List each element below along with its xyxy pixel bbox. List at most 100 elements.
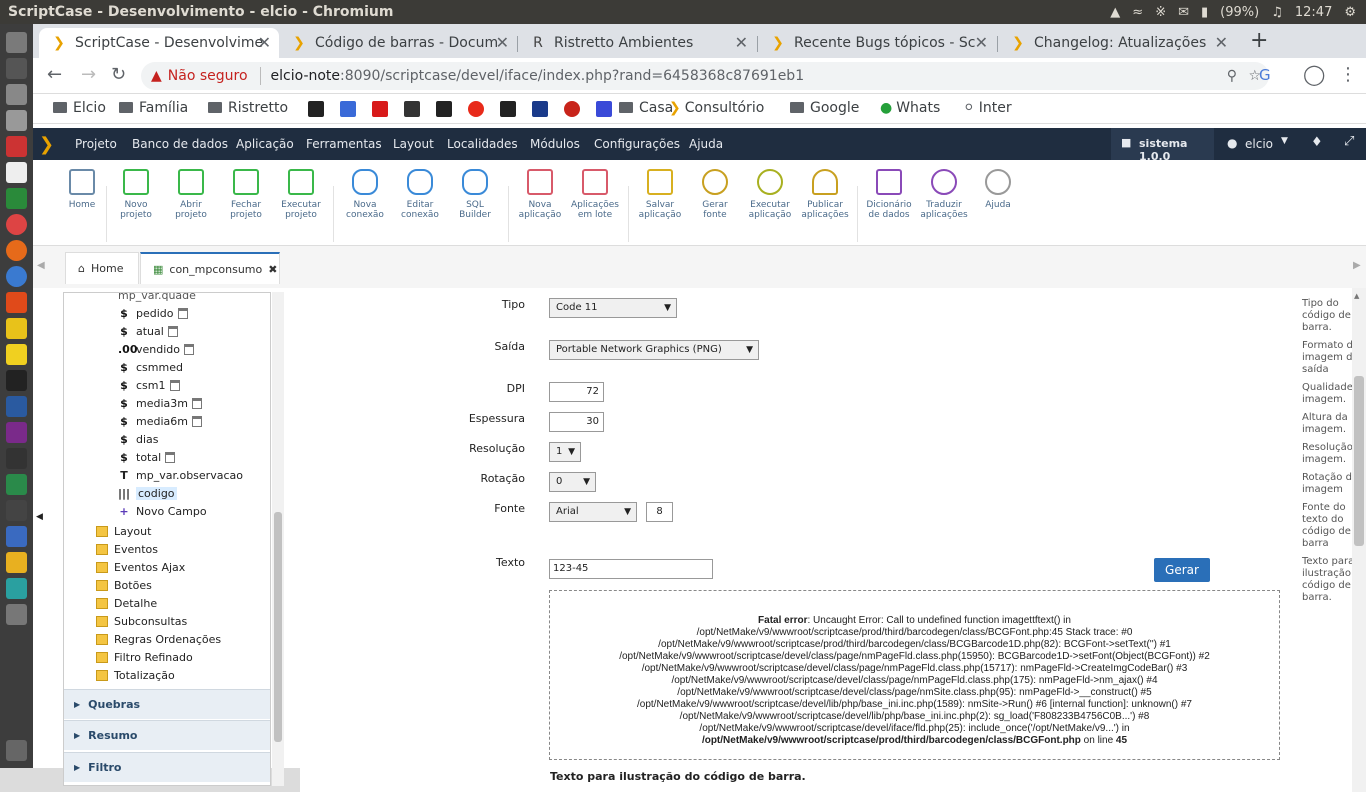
tree-folder-item[interactable]: Subconsultas (96, 615, 187, 628)
toolbar-nova-conexao-button[interactable]: Nova conexão (337, 166, 393, 220)
launcher-filezilla-icon[interactable] (6, 136, 27, 157)
scroll-up-icon[interactable]: ▲ (1354, 292, 1359, 300)
launcher-software-icon[interactable] (6, 292, 27, 313)
power-icon[interactable]: ⚙ (1344, 5, 1356, 20)
bookmark-site-icon[interactable] (532, 101, 548, 117)
browser-tab-ristretto[interactable]: R Ristretto Ambientes ✕ (518, 28, 756, 58)
launcher-notes-icon[interactable] (6, 344, 27, 365)
wifi-icon[interactable]: ≈ (1132, 5, 1143, 20)
menu-banco-de-dados[interactable]: Banco de dados (132, 137, 228, 151)
tree-field-item[interactable]: $ pedido (118, 307, 188, 320)
bookmark-site-icon[interactable] (436, 101, 452, 117)
close-tab-icon[interactable]: ✕ (975, 33, 988, 52)
tree-folder-item[interactable]: Regras Ordenações (96, 633, 221, 646)
tree-field-item[interactable]: .00 vendido (118, 343, 194, 356)
zoom-icon[interactable]: ⚲ (1227, 68, 1237, 84)
bookmark-site-icon[interactable] (564, 101, 580, 117)
menu-configuracoes[interactable]: Configurações (594, 137, 680, 151)
warning-icon[interactable]: ▲ (151, 68, 162, 84)
address-bar[interactable]: ▲ Não seguro elcio-note :8090/scriptcase… (141, 62, 1269, 90)
bookmark-site-icon[interactable] (404, 101, 420, 117)
bookmark-site-icon[interactable] (500, 101, 516, 117)
trash-icon[interactable] (167, 326, 178, 337)
toolbar-ajuda-button[interactable]: Ajuda (970, 166, 1026, 210)
tree-folder-item[interactable]: Eventos (96, 543, 158, 556)
menu-ajuda[interactable]: Ajuda (689, 137, 723, 151)
bookmark-inter[interactable]: ⚪ Inter (963, 100, 1012, 116)
bookmark-ristretto[interactable]: Ristretto (208, 100, 288, 116)
chevron-left-icon[interactable]: ◀ (37, 260, 45, 271)
bookmark-site-icon[interactable] (468, 101, 484, 117)
toolbar-sql-builder-button[interactable]: SQL Builder (447, 166, 503, 220)
launcher-app-icon[interactable] (6, 110, 27, 131)
section-quebras[interactable]: ▶ Quebras (64, 689, 270, 719)
bookmark-calendar-icon[interactable] (596, 101, 612, 117)
toolbar-aplicacoes-em-lote-button[interactable]: Aplicações em lote (567, 166, 623, 220)
trash-icon[interactable] (169, 380, 180, 391)
browser-tab-bugs[interactable]: ❯ Recente Bugs tópicos - Sc ✕ (758, 28, 996, 58)
launcher-app-icon[interactable] (6, 604, 27, 625)
gerar-button[interactable]: Gerar (1154, 558, 1210, 582)
browser-tab-scriptcase[interactable]: ❯ ScriptCase - Desenvolvime ✕ (39, 28, 279, 58)
bluetooth-icon[interactable]: ※ (1155, 5, 1166, 20)
reload-icon[interactable]: ↻ (111, 64, 126, 85)
tree-field-item[interactable]: ||| codigo (118, 487, 177, 500)
security-label[interactable]: Não seguro (168, 68, 248, 84)
launcher-spreadsheet-icon[interactable] (6, 188, 27, 209)
chevron-right-icon[interactable]: ▶ (1353, 260, 1361, 271)
bookmark-google[interactable]: Google (790, 100, 859, 116)
tree-folder-item[interactable]: Eventos Ajax (96, 561, 185, 574)
launcher-app-icon[interactable] (6, 32, 27, 53)
menu-projeto[interactable]: Projeto (75, 137, 117, 151)
mail-icon[interactable]: ✉ (1178, 5, 1189, 20)
toolbar-salvar-aplicacao-button[interactable]: Salvar aplicação (632, 166, 688, 220)
launcher-app-icon[interactable] (6, 396, 27, 417)
launcher-app-icon[interactable] (6, 474, 27, 495)
toolbar-dicionario-de-dados-button[interactable]: Dicionário de dados (861, 166, 917, 220)
toolbar-gerar-fonte-button[interactable]: Gerar fonte (687, 166, 743, 220)
tree-folder-item[interactable]: Filtro Refinado (96, 651, 193, 664)
bell-icon[interactable]: ♦ (1311, 135, 1323, 150)
trash-icon[interactable] (191, 398, 202, 409)
tree-field-item[interactable]: $ media6m (118, 415, 202, 428)
bookmark-site-icon[interactable] (308, 101, 324, 117)
battery-icon[interactable]: ▮ (1201, 5, 1208, 20)
launcher-document-icon[interactable] (6, 162, 27, 183)
tipo-select[interactable]: Code 11 ▼ (549, 298, 677, 318)
launcher-app-icon[interactable] (6, 526, 27, 547)
close-tab-icon[interactable]: ✖ (268, 263, 277, 276)
saida-select[interactable]: Portable Network Graphics (PNG) ▼ (549, 340, 759, 360)
tree-item-partial[interactable]: mp_var.quade (118, 293, 196, 302)
texto-input[interactable]: 123-45 (549, 559, 713, 579)
bookmark-elcio[interactable]: Elcio (53, 100, 106, 116)
tree-folder-item[interactable]: Totalização (96, 669, 175, 682)
tab-home[interactable]: ⌂ Home (65, 252, 139, 284)
menu-layout[interactable]: Layout (393, 137, 434, 151)
toolbar-executar-aplicacao-button[interactable]: Executar aplicação (742, 166, 798, 220)
browser-tab-changelog[interactable]: ❯ Changelog: Atualizações ✕ (998, 28, 1236, 58)
user-name[interactable]: elcio (1245, 137, 1273, 151)
tree-folder-item[interactable]: Detalhe (96, 597, 157, 610)
tab-con-mpconsumo[interactable]: ▦ con_mpconsumo ✖ (140, 252, 280, 284)
trash-icon[interactable] (165, 452, 176, 463)
toolbar-editar-conexao-button[interactable]: Editar conexão (392, 166, 448, 220)
toolbar-nova-aplicacao-button[interactable]: Nova aplicação (512, 166, 568, 220)
launcher-firefox-icon[interactable] (6, 240, 27, 261)
fonte-select[interactable]: Arial ▼ (549, 502, 637, 522)
bookmark-whats[interactable]: ● Whats (880, 100, 940, 116)
menu-modulos[interactable]: Módulos (530, 137, 580, 151)
trash-icon[interactable] (184, 344, 194, 355)
collapse-sidebar-icon[interactable]: ◀ (36, 512, 43, 522)
toolbar-novo-projeto-button[interactable]: Novo projeto (108, 166, 164, 220)
fonte-size-input[interactable]: 8 (646, 502, 673, 522)
menu-dots-icon[interactable]: ⋮ (1339, 64, 1357, 85)
toolbar-fechar-projeto-button[interactable]: Fechar projeto (218, 166, 274, 220)
close-tab-icon[interactable]: ✕ (735, 33, 748, 52)
tree-field-item[interactable]: + Novo Campo (118, 505, 206, 518)
scrollbar-thumb[interactable] (1354, 376, 1364, 546)
tree-field-item[interactable]: $ dias (118, 433, 158, 446)
launcher-inkscape-icon[interactable] (6, 370, 27, 391)
launcher-terminal-icon[interactable] (6, 58, 27, 79)
launcher-app-icon[interactable] (6, 578, 27, 599)
main-scrollbar[interactable]: ▲ (1352, 288, 1366, 792)
